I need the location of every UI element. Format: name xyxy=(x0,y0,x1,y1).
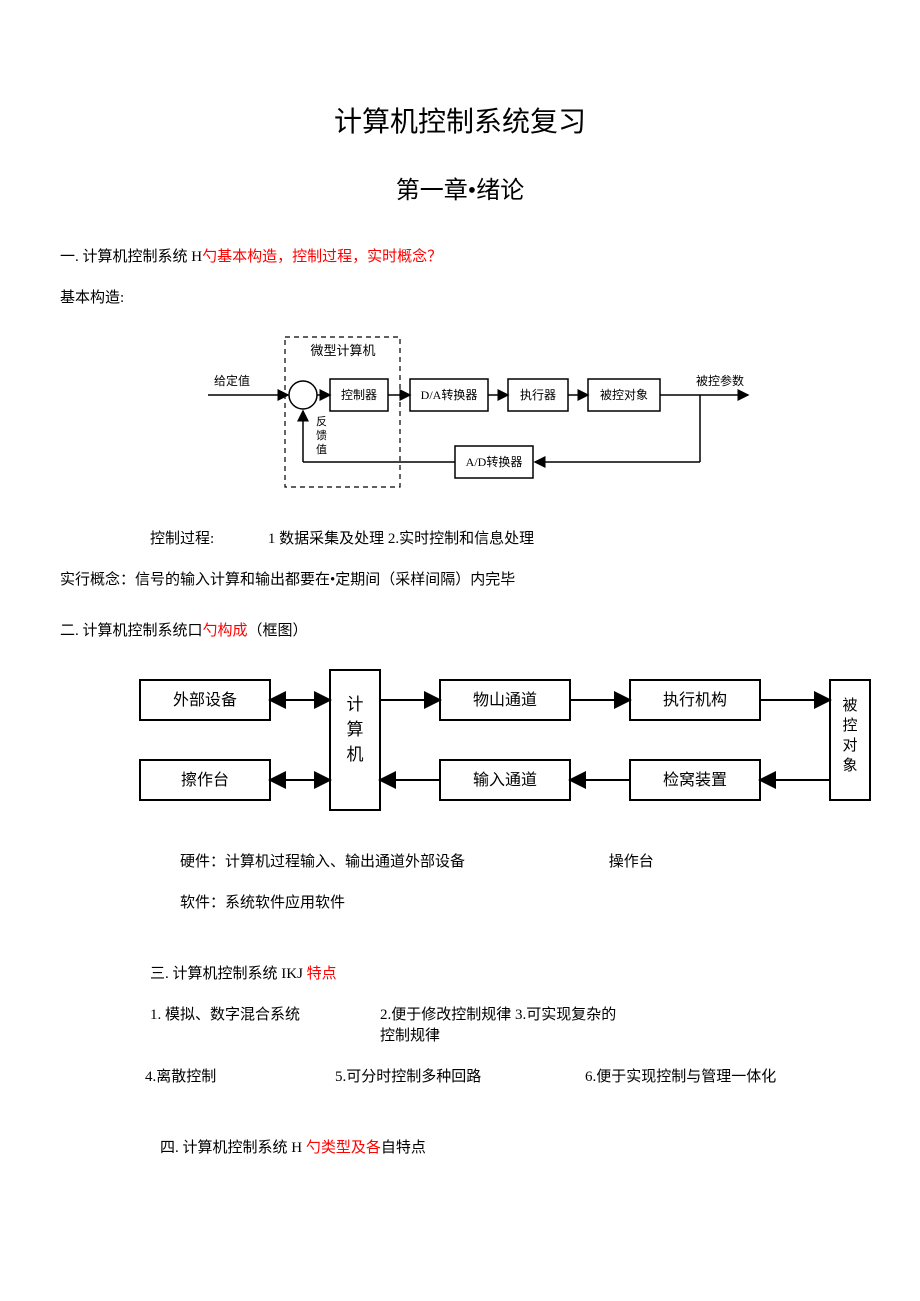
section-1-head-b: 勺基本构造，控制过程，实时概念？ xyxy=(202,249,442,265)
section-4-head-b: 勺类型及各 xyxy=(306,1140,381,1156)
control-loop-svg: 微型计算机 给定值 控制器 D/A转换器 执行器 被控对象 被 xyxy=(200,327,760,507)
d2-cpu-2: 算 xyxy=(347,720,364,739)
section-1-head-a: 一. 计算机控制系统 H xyxy=(60,249,202,265)
section-2-head-a: 二. 计算机控制系统口 xyxy=(60,623,203,639)
section-3-head-b: 特点 xyxy=(307,966,337,982)
realtime-concept: 实行概念：信号的输入计算和输出都要在•定期间（采样间隔）内完毕 xyxy=(60,568,860,589)
section-1-heading: 一. 计算机控制系统 H勺基本构造，控制过程，实时概念？ xyxy=(60,245,860,266)
hardware-text-a: 硬件：计算机过程输入、输出通道外部设备 xyxy=(180,854,465,870)
d1-fb1: 反 xyxy=(316,415,327,428)
feature-2: 2.便于修改控制规律 xyxy=(380,1007,511,1023)
section-4-head-c: 自特点 xyxy=(381,1140,426,1156)
doc-title: 计算机控制系统复习 xyxy=(60,100,860,140)
d1-fb3: 值 xyxy=(316,443,327,456)
d2-cpu-1: 计 xyxy=(347,695,364,714)
section-3-heading: 三. 计算机控制系统 IKJ 特点 xyxy=(150,962,860,983)
d1-ad: A/D转换器 xyxy=(466,454,523,469)
feature-4: 4.离散控制 xyxy=(145,1065,335,1086)
d2-ext: 外部设备 xyxy=(173,691,237,709)
diagram-1: 微型计算机 给定值 控制器 D/A转换器 执行器 被控对象 被 xyxy=(200,327,860,507)
d1-fb2: 馈 xyxy=(316,429,327,442)
d1-setpoint-label: 给定值 xyxy=(214,373,250,388)
d2-console: 擦作台 xyxy=(181,771,229,789)
feature-5: 5.可分时控制多种回路 xyxy=(335,1065,585,1086)
section-3-head-a: 三. 计算机控制系统 IKJ xyxy=(150,966,307,982)
d1-exec: 执行器 xyxy=(520,388,556,402)
control-process-text: 1 数据采集及处理 2.实时控制和信息处理 xyxy=(268,531,534,547)
section-2-heading: 二. 计算机控制系统口勺构成（框图） xyxy=(60,619,860,640)
features-row-2: 4.离散控制 5.可分时控制多种回路 6.便于实现控制与管理一体化 xyxy=(145,1065,860,1086)
features-row-1: 1. 模拟、数字混合系统 2.便于修改控制规律 3.可实现复杂的控制规律 xyxy=(150,1003,860,1045)
section-2-head-b: 勺构成 xyxy=(203,623,248,639)
d1-outparam: 被控参数 xyxy=(696,373,744,388)
d1-da: D/A转换器 xyxy=(421,387,478,402)
document-page: 计算机控制系统复习 第一章•绪论 一. 计算机控制系统 H勺基本构造，控制过程，… xyxy=(0,0,920,1217)
system-composition-svg: 外部设备 擦作台 计 算 机 物山通道 执行机构 输入通道 xyxy=(130,660,910,830)
d2-target-1: 被 xyxy=(842,697,857,714)
diagram-2: 外部设备 擦作台 计 算 机 物山通道 执行机构 输入通道 xyxy=(130,660,860,830)
feature-6: 6.便于实现控制与管理一体化 xyxy=(585,1065,860,1086)
basic-structure-label: 基本构造: xyxy=(60,286,860,307)
chapter-title: 第一章•绪论 xyxy=(60,170,860,205)
d1-controller: 控制器 xyxy=(341,388,377,402)
d1-micro-label: 微型计算机 xyxy=(310,343,375,358)
d2-target-4: 象 xyxy=(842,757,857,774)
section-4-head-a: 四. 计算机控制系统 H xyxy=(160,1140,306,1156)
hardware-line: 硬件：计算机过程输入、输出通道外部设备 操作台 xyxy=(180,850,860,871)
feature-1: 1. 模拟、数字混合系统 xyxy=(150,1003,380,1045)
hardware-text-b: 操作台 xyxy=(609,854,654,870)
section-2-head-c: （框图） xyxy=(248,623,308,639)
d1-obj: 被控对象 xyxy=(600,388,648,402)
section-4-heading: 四. 计算机控制系统 H 勺类型及各自特点 xyxy=(160,1136,860,1157)
control-process-label: 控制过程: xyxy=(150,527,214,548)
d2-inch: 输入通道 xyxy=(473,771,537,789)
control-process-row: 控制过程: 1 数据采集及处理 2.实时控制和信息处理 xyxy=(150,527,860,548)
d2-outch: 物山通道 xyxy=(473,691,537,709)
d2-actuator: 执行机构 xyxy=(663,691,727,709)
software-line: 软件：系统软件应用软件 xyxy=(180,891,860,912)
d2-detector: 检窝装置 xyxy=(663,771,727,789)
d2-target-2: 控 xyxy=(842,717,857,734)
d2-target-3: 对 xyxy=(842,737,857,754)
d2-cpu-3: 机 xyxy=(347,745,364,764)
